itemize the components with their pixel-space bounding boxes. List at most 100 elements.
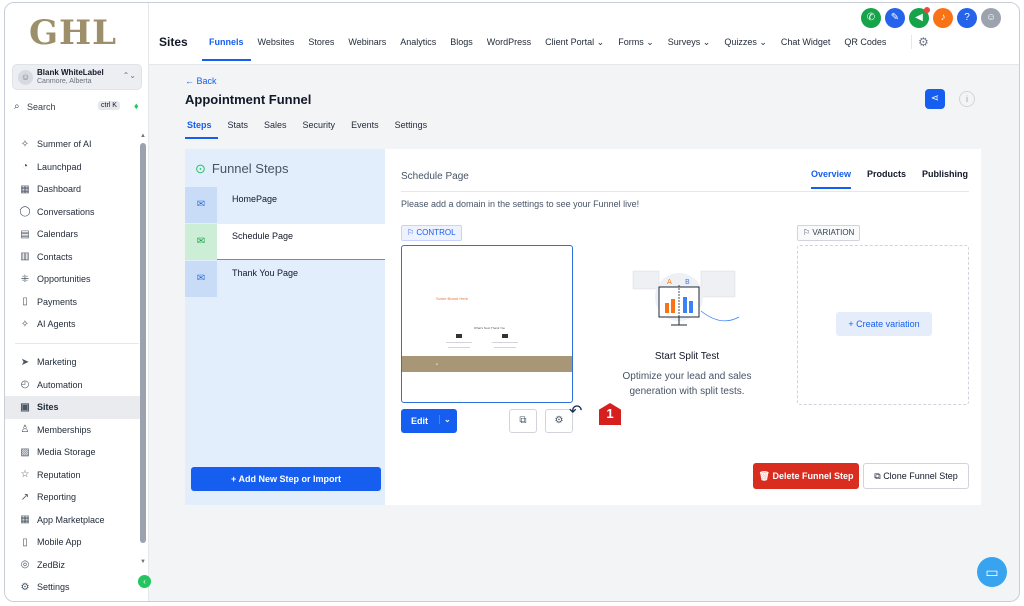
sidebar-item-ai-agents[interactable]: ✧ AI Agents <box>5 313 145 336</box>
control-badge: ⚐ CONTROL <box>401 225 462 241</box>
sidebar-divider <box>15 343 139 344</box>
tab-steps[interactable]: Steps <box>185 118 218 139</box>
reputation-icon: ☆ <box>20 469 30 481</box>
top-tab-forms[interactable]: Forms ⌄ <box>611 35 661 61</box>
top-tab-surveys[interactable]: Surveys ⌄ <box>661 35 718 61</box>
collapse-sidebar-button[interactable]: ‹ <box>138 575 151 588</box>
top-tab-stores[interactable]: Stores <box>301 35 341 61</box>
sidebar-item-conversations[interactable]: ◯ Conversations <box>5 201 145 224</box>
sidebar-item-sites[interactable]: ▣ Sites <box>5 396 145 419</box>
clone-funnel-step-button[interactable]: ⧉ Clone Funnel Step <box>863 463 969 489</box>
top-tab-funnels[interactable]: Funnels <box>202 35 251 61</box>
sidebar-item-marketing[interactable]: ➤ Marketing <box>5 351 145 374</box>
scrollbar-thumb[interactable] <box>140 143 146 543</box>
magic-icon[interactable]: ✎ <box>885 8 905 28</box>
sidebar-item-automation[interactable]: ◴ Automation <box>5 374 145 397</box>
sidebar-item-reporting[interactable]: ↗ Reporting <box>5 486 145 509</box>
sidebar-item-dashboard[interactable]: ▦ Dashboard <box>5 178 145 201</box>
preview-line <box>494 347 516 348</box>
sidebar-item-launchpad[interactable]: ◔ Launchpad <box>5 156 145 179</box>
account-name: Blank WhiteLabel <box>37 68 104 77</box>
top-tab-wordpress[interactable]: WordPress <box>480 35 538 61</box>
open-external-button[interactable]: ⧉ <box>509 409 537 433</box>
tab-publishing[interactable]: Publishing <box>922 169 968 189</box>
gear-icon: ⚙ <box>554 415 564 426</box>
gear-icon[interactable]: ⚙ <box>911 35 929 49</box>
bell-icon[interactable]: ♪ <box>933 8 953 28</box>
tab-settings[interactable]: Settings <box>393 118 434 139</box>
sidebar-item-memberships[interactable]: ♙ Memberships <box>5 419 145 442</box>
scroll-up-icon[interactable]: ▲ <box>140 133 146 139</box>
clone-label: Clone Funnel Step <box>883 471 958 481</box>
top-nav: Funnels Websites Stores Webinars Analytics Bl… <box>202 35 893 61</box>
top-tab-blogs[interactable]: Blogs <box>443 35 480 61</box>
create-variation-button[interactable]: + Create variation <box>836 312 932 336</box>
edit-button[interactable]: Edit ⌄ <box>401 409 457 433</box>
annotation-marker: 1 <box>599 403 621 425</box>
tab-events[interactable]: Events <box>349 118 385 139</box>
sidebar-item-contacts[interactable]: ▥ Contacts <box>5 246 145 269</box>
preview-brand: Some Brand Here <box>436 296 469 301</box>
split-test-description: Optimize your lead and sales generation … <box>622 371 752 397</box>
sidebar-search[interactable]: ⌕ Search ctrl K ♦ <box>12 99 142 117</box>
marketing-icon: ➤ <box>20 356 30 368</box>
add-new-step-button[interactable]: + Add New Step or Import <box>191 467 381 491</box>
account-switcher[interactable]: ☺ Blank WhiteLabel Canmore, Alberta ⌃⌄ <box>12 64 142 90</box>
domain-warning: Please add a domain in the settings to s… <box>401 199 640 209</box>
phone-icon[interactable]: ✆ <box>861 8 881 28</box>
funnel-step-thank-you-page[interactable]: ✉ Thank You Page <box>185 261 385 297</box>
sidebar-item-calendars[interactable]: ▤ Calendars <box>5 223 145 246</box>
sidebar-item-label: Payments <box>37 296 78 307</box>
funnel-step-schedule-page[interactable]: ✉ Schedule Page <box>185 224 385 260</box>
edit-label: Edit <box>411 416 428 426</box>
sidebar-item-label: Sites <box>37 402 59 413</box>
mail-icon: ✉ <box>185 224 217 260</box>
delete-funnel-step-button[interactable]: 🗑 Delete Funnel Step <box>753 463 859 489</box>
funnel-step-homepage[interactable]: ✉ HomePage <box>185 187 385 223</box>
ai-spark-icon[interactable]: ♦ <box>134 101 139 111</box>
tab-stats[interactable]: Stats <box>226 118 255 139</box>
chat-widget-button[interactable]: ▭ <box>977 557 1007 587</box>
sidebar-item-opportunities[interactable]: ⁜ Opportunities <box>5 268 145 291</box>
bell-glyph: ♪ <box>940 12 946 23</box>
tab-products[interactable]: Products <box>867 169 906 189</box>
scroll-down-icon[interactable]: ▼ <box>140 559 146 565</box>
help-icon[interactable]: ? <box>957 8 977 28</box>
chevron-updown-icon: ⌃⌄ <box>122 71 136 80</box>
chat-bubble-icon: ▭ <box>985 564 999 580</box>
sidebar-item-summer-of-ai[interactable]: ✧ Summer of AI <box>5 133 145 156</box>
brand-logo[interactable]: GHL <box>29 13 117 53</box>
top-tab-qr-codes[interactable]: QR Codes <box>837 35 893 61</box>
sidebar-item-reputation[interactable]: ☆ Reputation <box>5 464 145 487</box>
tab-security[interactable]: Security <box>301 118 342 139</box>
chevron-down-icon[interactable]: ⌄ <box>439 415 451 424</box>
sidebar-item-zedbiz[interactable]: ◎ ZedBiz <box>5 554 145 577</box>
sidebar-item-settings[interactable]: ⚙ Settings <box>5 576 145 599</box>
top-tab-webinars[interactable]: Webinars <box>341 35 393 61</box>
tab-sales[interactable]: Sales <box>262 118 293 139</box>
back-link[interactable]: ← Back <box>185 76 217 86</box>
sidebar-item-label: Automation <box>37 379 83 390</box>
share-button[interactable]: ⋖ <box>925 89 945 109</box>
sidebar-item-mobile-app[interactable]: ▯ Mobile App <box>5 531 145 554</box>
preview-line <box>446 342 472 343</box>
top-tab-analytics[interactable]: Analytics <box>393 35 443 61</box>
tab-overview[interactable]: Overview <box>811 169 852 189</box>
top-tab-quizzes[interactable]: Quizzes ⌄ <box>717 35 774 61</box>
sidebar-item-app-marketplace[interactable]: ▦ App Marketplace <box>5 509 145 532</box>
megaphone-icon[interactable]: ◀ <box>909 7 930 28</box>
info-icon[interactable]: i <box>959 91 975 107</box>
account-avatar-icon: ☺ <box>18 70 33 85</box>
split-test-title: Start Split Test <box>654 351 720 362</box>
top-tab-chat-widget[interactable]: Chat Widget <box>774 35 838 61</box>
top-tab-websites[interactable]: Websites <box>251 35 302 61</box>
settings-icon: ⚙ <box>20 581 30 593</box>
sidebar-item-media-storage[interactable]: ▨ Media Storage <box>5 441 145 464</box>
sidebar-scrollbar[interactable]: ▲ ▼ <box>140 133 146 573</box>
step-detail-panel: Schedule Page Overview Products Publishing… <box>385 149 981 505</box>
account-location: Canmore, Alberta <box>37 78 92 85</box>
sidebar-item-payments[interactable]: ▯ Payments <box>5 291 145 314</box>
avatar-icon[interactable]: ☺ <box>981 8 1001 28</box>
top-tab-client-portal[interactable]: Client Portal ⌄ <box>538 35 611 61</box>
control-page-preview[interactable]: Some Brand Here What's Next Thank You ● <box>401 245 573 403</box>
